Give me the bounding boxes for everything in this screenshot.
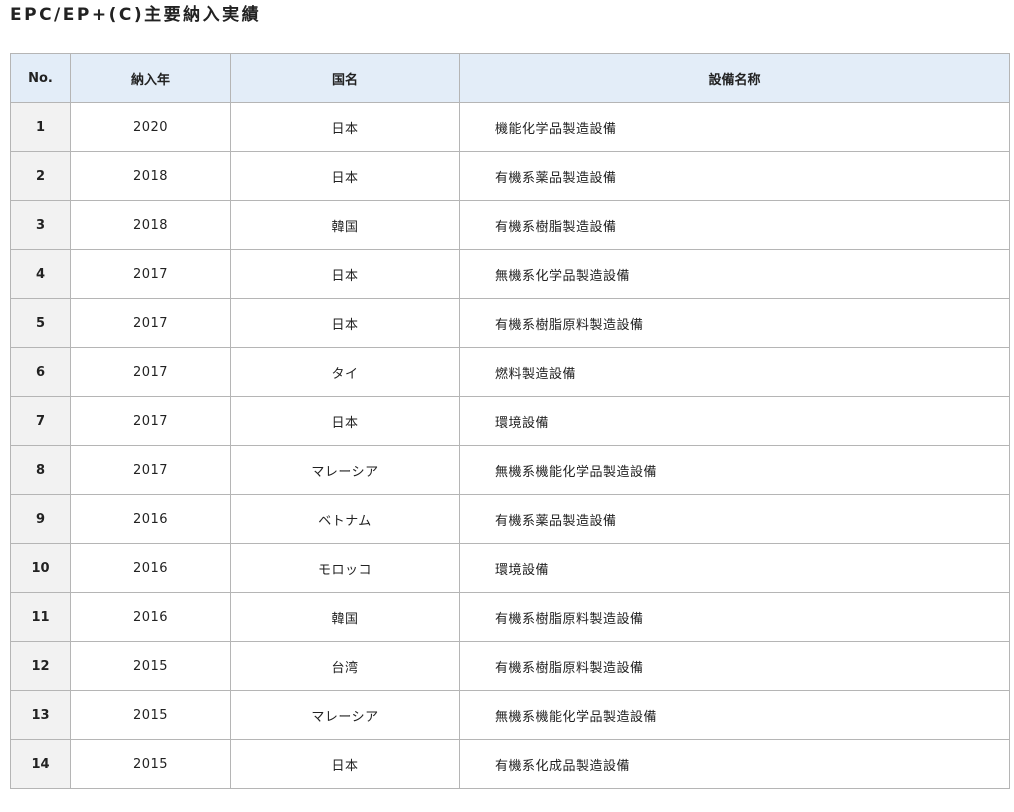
cell-facility: 有機系樹脂原料製造設備 [459, 592, 1010, 642]
cell-facility: 有機系樹脂製造設備 [459, 200, 1010, 250]
header-country: 国名 [230, 53, 460, 103]
header-year: 納入年 [70, 53, 231, 103]
cell-facility: 有機系樹脂原料製造設備 [459, 298, 1010, 348]
table-row: 12 2015 台湾 有機系樹脂原料製造設備 [10, 641, 1010, 691]
cell-facility: 有機系化成品製造設備 [459, 739, 1010, 789]
cell-year: 2017 [70, 298, 231, 348]
table-row: 10 2016 モロッコ 環境設備 [10, 543, 1010, 593]
cell-no: 13 [10, 690, 71, 740]
table-row: 11 2016 韓国 有機系樹脂原料製造設備 [10, 592, 1010, 642]
cell-country: 日本 [230, 396, 460, 446]
header-facility: 設備名称 [459, 53, 1010, 103]
cell-no: 11 [10, 592, 71, 642]
cell-no: 12 [10, 641, 71, 691]
table-row: 3 2018 韓国 有機系樹脂製造設備 [10, 200, 1010, 250]
cell-year: 2016 [70, 543, 231, 593]
cell-year: 2015 [70, 739, 231, 789]
cell-country: 日本 [230, 102, 460, 152]
cell-no: 2 [10, 151, 71, 201]
cell-facility: 無機系化学品製造設備 [459, 249, 1010, 299]
cell-facility: 有機系樹脂原料製造設備 [459, 641, 1010, 691]
cell-country: 日本 [230, 151, 460, 201]
cell-facility: 無機系機能化学品製造設備 [459, 690, 1010, 740]
cell-year: 2016 [70, 592, 231, 642]
table-row: 9 2016 ベトナム 有機系薬品製造設備 [10, 494, 1010, 544]
cell-facility: 機能化学品製造設備 [459, 102, 1010, 152]
cell-country: 台湾 [230, 641, 460, 691]
cell-country: ベトナム [230, 494, 460, 544]
cell-facility: 環境設備 [459, 396, 1010, 446]
table-body: 1 2020 日本 機能化学品製造設備 2 2018 日本 有機系薬品製造設備 … [10, 102, 1010, 789]
cell-year: 2015 [70, 690, 231, 740]
table-header: No. 納入年 国名 設備名称 [10, 53, 1010, 103]
cell-facility: 有機系薬品製造設備 [459, 494, 1010, 544]
cell-country: 日本 [230, 739, 460, 789]
cell-year: 2020 [70, 102, 231, 152]
header-no: No. [10, 53, 71, 103]
cell-country: 韓国 [230, 592, 460, 642]
table-row: 4 2017 日本 無機系化学品製造設備 [10, 249, 1010, 299]
cell-no: 3 [10, 200, 71, 250]
cell-year: 2017 [70, 396, 231, 446]
table-row: 5 2017 日本 有機系樹脂原料製造設備 [10, 298, 1010, 348]
cell-country: 日本 [230, 249, 460, 299]
cell-facility: 燃料製造設備 [459, 347, 1010, 397]
cell-country: マレーシア [230, 445, 460, 495]
cell-year: 2018 [70, 200, 231, 250]
cell-facility: 有機系薬品製造設備 [459, 151, 1010, 201]
cell-year: 2018 [70, 151, 231, 201]
cell-no: 1 [10, 102, 71, 152]
delivery-results-table: No. 納入年 国名 設備名称 1 2020 日本 機能化学品製造設備 2 20… [10, 53, 1010, 789]
cell-country: 日本 [230, 298, 460, 348]
cell-no: 6 [10, 347, 71, 397]
page-title: EPC/EP+(C)主要納入実績 [10, 5, 262, 25]
cell-no: 7 [10, 396, 71, 446]
table-row: 13 2015 マレーシア 無機系機能化学品製造設備 [10, 690, 1010, 740]
cell-facility: 無機系機能化学品製造設備 [459, 445, 1010, 495]
cell-no: 4 [10, 249, 71, 299]
cell-country: タイ [230, 347, 460, 397]
cell-year: 2017 [70, 445, 231, 495]
table-row: 14 2015 日本 有機系化成品製造設備 [10, 739, 1010, 789]
cell-year: 2015 [70, 641, 231, 691]
cell-year: 2017 [70, 347, 231, 397]
cell-country: マレーシア [230, 690, 460, 740]
table-row: 6 2017 タイ 燃料製造設備 [10, 347, 1010, 397]
cell-country: モロッコ [230, 543, 460, 593]
table-row: 8 2017 マレーシア 無機系機能化学品製造設備 [10, 445, 1010, 495]
cell-facility: 環境設備 [459, 543, 1010, 593]
header-row: No. 納入年 国名 設備名称 [10, 53, 1010, 103]
cell-no: 10 [10, 543, 71, 593]
cell-year: 2017 [70, 249, 231, 299]
cell-no: 5 [10, 298, 71, 348]
cell-no: 9 [10, 494, 71, 544]
table-row: 1 2020 日本 機能化学品製造設備 [10, 102, 1010, 152]
cell-no: 14 [10, 739, 71, 789]
cell-year: 2016 [70, 494, 231, 544]
cell-no: 8 [10, 445, 71, 495]
table-row: 7 2017 日本 環境設備 [10, 396, 1010, 446]
cell-country: 韓国 [230, 200, 460, 250]
table-row: 2 2018 日本 有機系薬品製造設備 [10, 151, 1010, 201]
